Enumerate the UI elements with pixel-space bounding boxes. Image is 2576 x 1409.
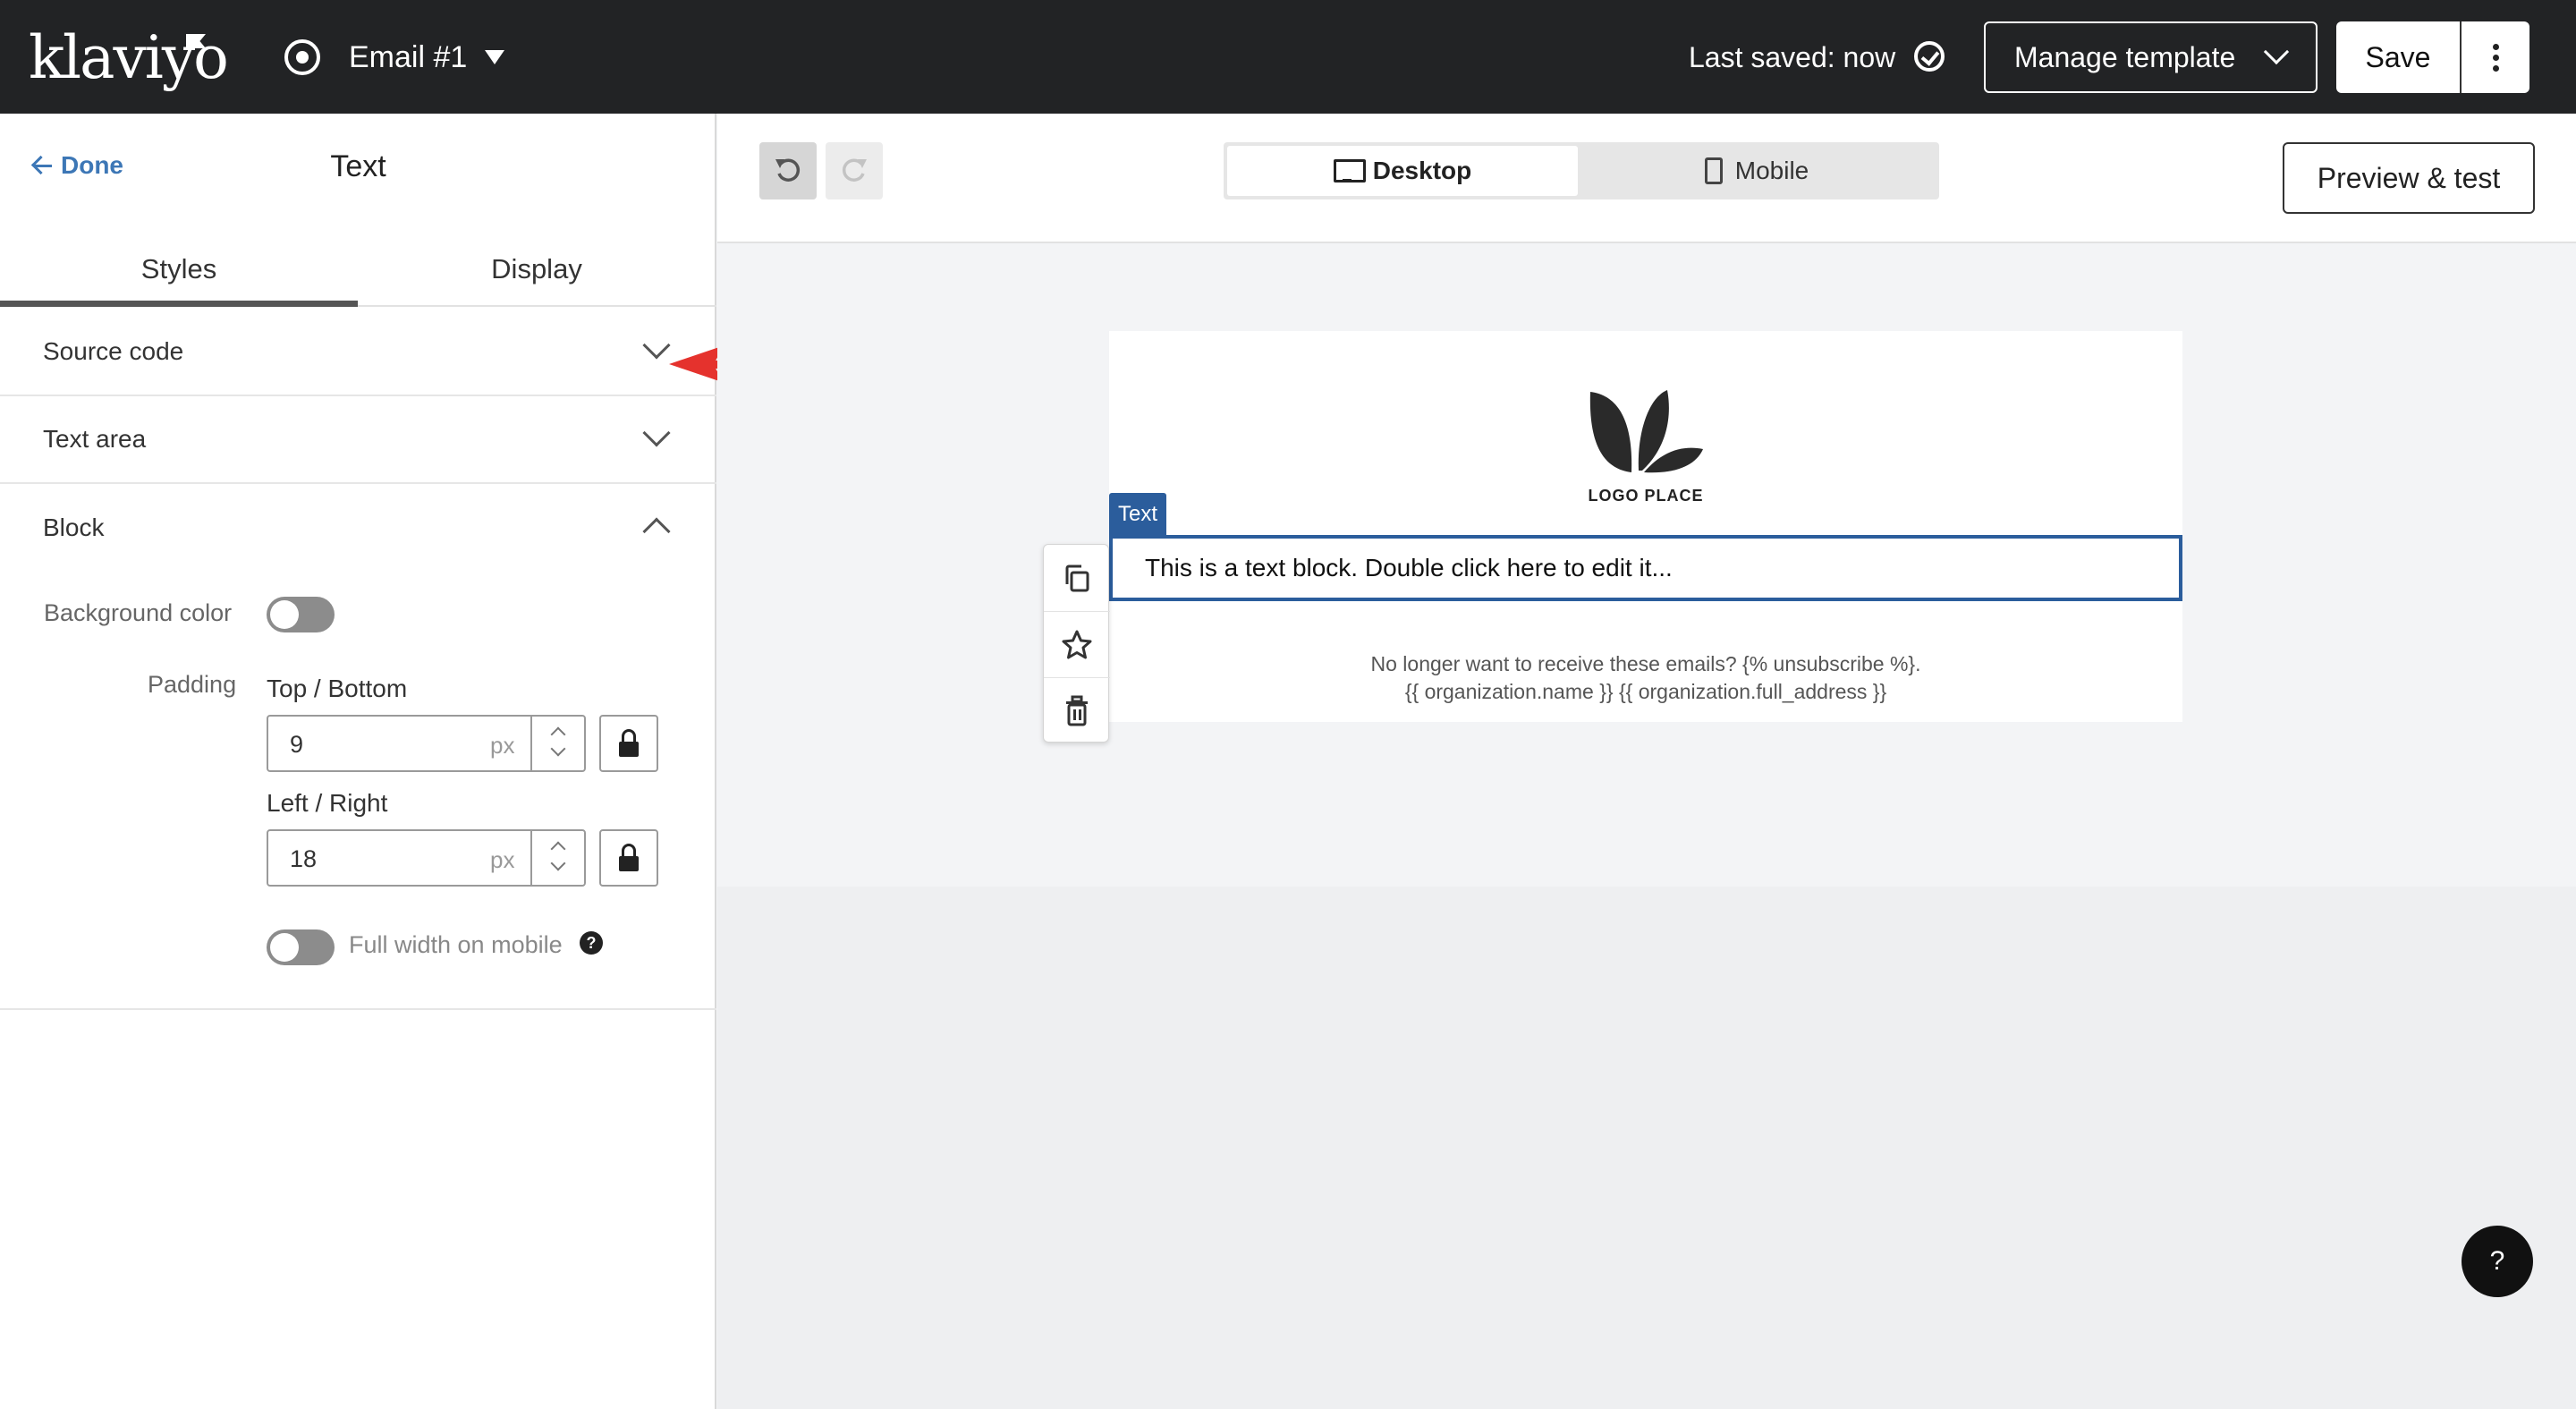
manage-template-button[interactable]: Manage template <box>1984 21 2318 93</box>
desktop-icon <box>1333 159 1366 182</box>
chevron-down-icon <box>642 419 671 447</box>
text-block[interactable]: This is a text block. Double click here … <box>1109 535 2182 601</box>
delete-block-button[interactable] <box>1044 677 1110 743</box>
logo-placeholder-icon[interactable] <box>1583 386 1708 476</box>
section-source-code-label: Source code <box>43 337 184 365</box>
undo-button[interactable] <box>759 142 817 199</box>
chevron-up-icon <box>642 517 671 546</box>
help-icon[interactable]: ? <box>580 931 603 955</box>
last-saved-status: Last saved: now <box>1689 41 1896 73</box>
email-type-icon <box>284 39 320 75</box>
padding-top-bottom-stepper[interactable] <box>530 717 586 770</box>
mobile-label: Mobile <box>1734 157 1809 184</box>
device-toggle: Desktop Mobile <box>1224 142 1939 199</box>
desktop-label: Desktop <box>1372 157 1472 184</box>
padding-left-right-stepper[interactable] <box>530 831 586 885</box>
duplicate-block-button[interactable] <box>1044 545 1110 611</box>
section-block-label: Block <box>43 514 105 541</box>
panel-title: Text <box>330 149 386 183</box>
chevron-down-icon <box>2263 38 2290 65</box>
help-button[interactable]: ? <box>2462 1226 2533 1297</box>
px-unit: px <box>490 846 515 873</box>
trash-icon <box>1066 695 1088 726</box>
tab-styles[interactable]: Styles <box>0 239 358 307</box>
section-text-area[interactable]: Text area <box>0 396 716 484</box>
full-width-mobile-toggle[interactable] <box>267 929 335 965</box>
mobile-icon <box>1704 157 1723 184</box>
step-up-icon[interactable] <box>550 726 566 743</box>
padding-left-right-value: 18 <box>290 845 318 872</box>
tab-display[interactable]: Display <box>358 239 716 307</box>
desktop-view-button[interactable]: Desktop <box>1227 146 1578 196</box>
background-color-label: Background color <box>44 599 233 626</box>
canvas-below-email <box>717 887 2576 1409</box>
step-up-icon[interactable] <box>550 841 566 857</box>
logo-placeholder-text: LOGO PLACE <box>1588 487 1704 505</box>
padding-top-bottom-input[interactable]: 9 px <box>267 715 586 772</box>
kebab-dot-icon <box>2492 43 2499 50</box>
divider <box>0 1008 716 1010</box>
lock-left-right-button[interactable] <box>599 829 658 887</box>
px-unit: px <box>490 732 515 759</box>
undo-icon <box>775 158 801 182</box>
padding-top-bottom-value: 9 <box>290 731 304 758</box>
save-block-button[interactable] <box>1044 611 1110 677</box>
save-button[interactable]: Save <box>2336 21 2460 93</box>
background-color-toggle[interactable] <box>267 597 335 632</box>
full-width-mobile-label: Full width on mobile <box>349 931 563 958</box>
star-icon <box>1062 630 1092 658</box>
preview-and-test-button[interactable]: Preview & test <box>2283 142 2535 214</box>
section-text-area-label: Text area <box>43 425 147 453</box>
settings-tabs: Styles Display <box>0 239 716 307</box>
saved-check-icon <box>1914 41 1945 72</box>
block-settings-panel: Done Text Styles Display Source code Tex… <box>0 114 716 1409</box>
email-name-dropdown-icon[interactable] <box>485 50 504 64</box>
more-options-button[interactable] <box>2460 21 2529 93</box>
padding-left-right-input[interactable]: 18 px <box>267 829 586 887</box>
footer-address-text: {{ organization.name }} {{ organization.… <box>1404 680 1887 703</box>
canvas-toolbar: Desktop Mobile Preview & test <box>717 114 2576 243</box>
selected-block-tag: Text <box>1109 493 1166 536</box>
block-actions-toolbar <box>1043 544 1110 743</box>
padding-label: Padding <box>148 671 237 698</box>
copy-icon <box>1065 564 1089 592</box>
left-right-label: Left / Right <box>267 789 388 817</box>
redo-icon <box>842 158 867 182</box>
manage-template-label: Manage template <box>2014 40 2236 73</box>
top-bar: klaviyo Email #1 Last saved: now Manage … <box>0 0 2576 114</box>
step-down-icon[interactable] <box>550 741 566 757</box>
kebab-dot-icon <box>2492 54 2499 61</box>
mobile-view-button[interactable]: Mobile <box>1581 146 1932 196</box>
lock-top-bottom-button[interactable] <box>599 715 658 772</box>
kebab-dot-icon <box>2492 64 2499 72</box>
section-source-code[interactable]: Source code <box>0 309 716 396</box>
redo-button[interactable] <box>826 142 883 199</box>
step-down-icon[interactable] <box>550 855 566 871</box>
chevron-down-icon <box>642 331 671 360</box>
footer-unsubscribe-text: No longer want to receive these emails? … <box>1370 652 1921 675</box>
email-name[interactable]: Email #1 <box>349 36 467 79</box>
top-bottom-label: Top / Bottom <box>267 675 408 702</box>
section-block[interactable]: Block <box>0 484 716 572</box>
